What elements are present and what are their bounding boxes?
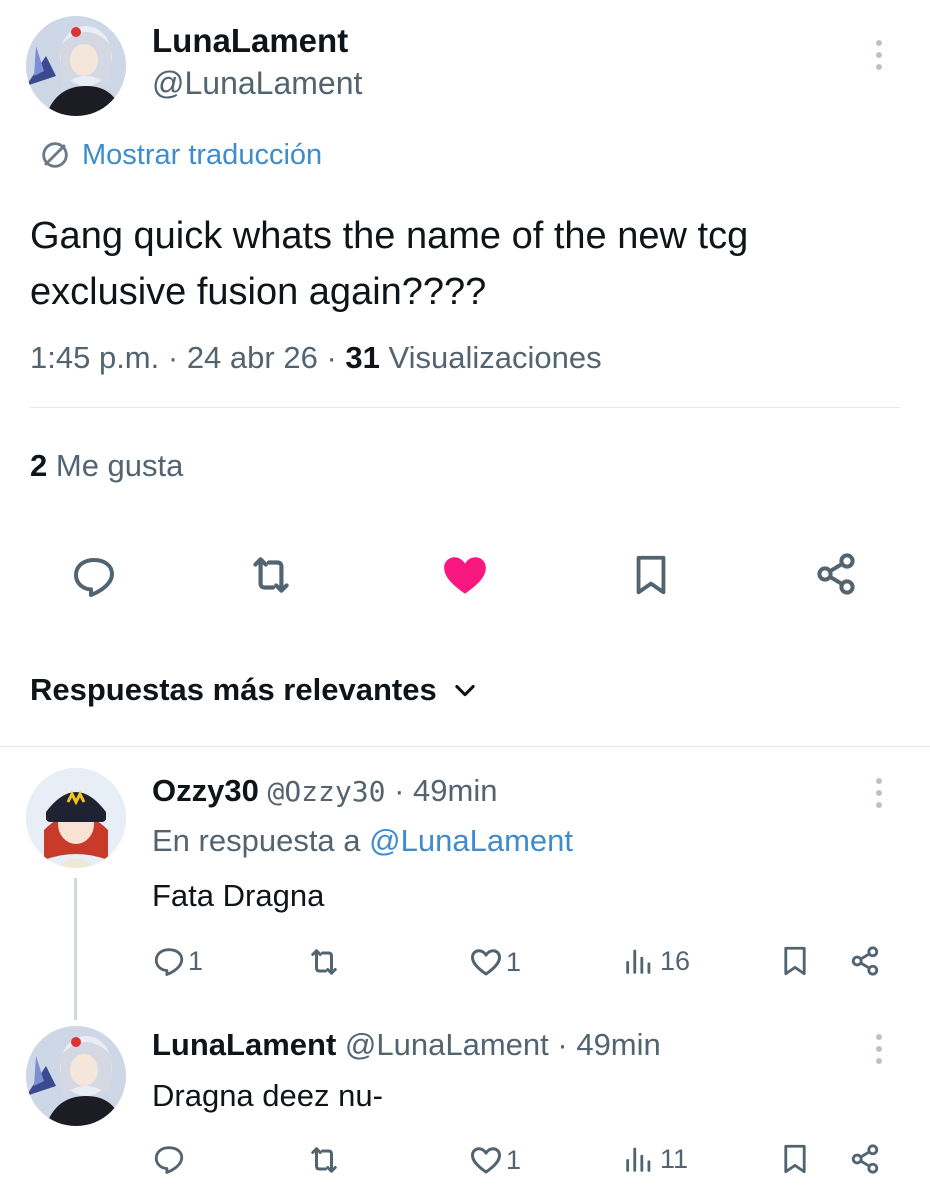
- likes-count: 2: [30, 448, 48, 483]
- bookmark-icon: [784, 946, 806, 976]
- thread-line: [74, 878, 77, 1020]
- tweet-date[interactable]: 24 abr 26: [187, 340, 318, 375]
- reply-share-button[interactable]: [848, 944, 882, 983]
- reply-time[interactable]: 49min: [413, 773, 497, 808]
- reply-button[interactable]: [70, 552, 118, 600]
- author-avatar[interactable]: [26, 16, 126, 116]
- heart-filled-icon: [444, 557, 486, 594]
- bookmark-icon: [784, 1144, 806, 1174]
- reply-text: Fata Dragna: [152, 878, 325, 913]
- likes-summary[interactable]: 2 Me gusta: [30, 446, 183, 486]
- replies-sort-dropdown[interactable]: Respuestas más relevantes: [30, 670, 479, 710]
- views-chart-icon: [626, 1147, 651, 1172]
- reply-avatar[interactable]: [26, 1026, 126, 1126]
- repost-icon: [253, 557, 289, 593]
- kebab-dot-icon: [876, 52, 882, 58]
- reply-reply-button[interactable]: 1: [152, 944, 203, 978]
- kebab-dot-icon: [876, 802, 882, 808]
- reply-bookmark-button[interactable]: [778, 944, 812, 983]
- reply-count: 1: [188, 945, 204, 976]
- kebab-dot-icon: [876, 778, 882, 784]
- reply-display-name[interactable]: LunaLament: [152, 1027, 336, 1062]
- in-reply-to: En respuesta a @LunaLament: [152, 821, 573, 861]
- kebab-dot-icon: [876, 40, 882, 46]
- anime-avatar-icon: [26, 1026, 126, 1126]
- share-icon: [851, 1144, 879, 1174]
- reply-header: LunaLament @LunaLament · 49min: [152, 1027, 661, 1062]
- in-reply-prefix: En respuesta a: [152, 823, 361, 858]
- bookmark-icon: [636, 555, 666, 595]
- tweet-text-line: exclusive fusion again????: [30, 271, 487, 313]
- kebab-dot-icon: [876, 1046, 882, 1052]
- tweet-meta: 1:45 p.m. · 24 abr 26 · 31 Visualizacion…: [30, 340, 602, 375]
- more-options-button[interactable]: [876, 1034, 882, 1064]
- kebab-dot-icon: [876, 1034, 882, 1040]
- views-count: 31: [345, 340, 380, 375]
- reply-header: Ozzy30 @Ozzy30 · 49min: [152, 773, 498, 808]
- reply-handle[interactable]: @Ozzy30: [267, 775, 385, 808]
- divider: [30, 407, 900, 408]
- reply-views-button[interactable]: 16: [622, 944, 690, 978]
- chevron-down-icon: [455, 684, 475, 697]
- repost-button[interactable]: [246, 550, 296, 600]
- like-count: 1: [506, 946, 522, 977]
- heart-icon: [471, 1147, 501, 1174]
- reply-reply-button[interactable]: [152, 1142, 186, 1181]
- share-icon: [851, 946, 879, 976]
- reply-avatar[interactable]: [26, 768, 126, 868]
- heart-icon: [471, 949, 501, 976]
- views-label: Visualizaciones: [388, 340, 602, 375]
- red-hair-avatar-icon: [26, 768, 126, 868]
- translate-label: Mostrar traducción: [82, 138, 323, 171]
- reply-like-button[interactable]: 1: [468, 944, 521, 980]
- views-count: 11: [660, 1143, 689, 1174]
- reply-repost-button[interactable]: [306, 944, 342, 985]
- reply-icon: [74, 558, 114, 597]
- reply-bookmark-button[interactable]: [778, 1142, 812, 1181]
- reply-handle[interactable]: @LunaLament: [345, 1027, 549, 1062]
- reply-views-button[interactable]: 11: [622, 1142, 688, 1176]
- reply-display-name[interactable]: Ozzy30: [152, 773, 259, 808]
- repost-icon: [311, 1147, 337, 1173]
- reply-repost-button[interactable]: [306, 1142, 342, 1183]
- more-options-button[interactable]: [876, 40, 882, 70]
- share-icon: [817, 553, 855, 595]
- views-chart-icon: [626, 949, 651, 974]
- like-count: 1: [506, 1144, 522, 1175]
- reply-text: Dragna deez nu-: [152, 1078, 383, 1113]
- kebab-dot-icon: [876, 790, 882, 796]
- reply-icon: [154, 948, 184, 976]
- kebab-dot-icon: [876, 64, 882, 70]
- more-options-button[interactable]: [876, 778, 882, 808]
- tweet-text: Gang quick whats the name of the new tcg…: [30, 208, 748, 320]
- tweet-text-line: Gang quick whats the name of the new tcg: [30, 215, 749, 257]
- kebab-dot-icon: [876, 1058, 882, 1064]
- reply-like-button[interactable]: 1: [468, 1142, 521, 1178]
- reply-share-button[interactable]: [848, 1142, 882, 1181]
- views-count: 16: [660, 945, 691, 976]
- tweet-time[interactable]: 1:45 p.m.: [30, 340, 159, 375]
- replies-sort-label: Respuestas más relevantes: [30, 672, 437, 707]
- author-handle[interactable]: @LunaLament: [152, 64, 362, 102]
- in-reply-handle[interactable]: @LunaLament: [369, 823, 573, 858]
- bookmark-button[interactable]: [628, 552, 674, 598]
- reply-icon: [154, 1146, 184, 1174]
- translate-icon: [42, 142, 68, 168]
- translate-button[interactable]: Mostrar traducción: [38, 138, 322, 172]
- anime-avatar-icon: [26, 16, 126, 116]
- like-button[interactable]: [440, 550, 490, 600]
- repost-icon: [311, 949, 337, 975]
- reply-time[interactable]: 49min: [576, 1027, 660, 1062]
- likes-label: Me gusta: [55, 448, 184, 483]
- share-button[interactable]: [812, 550, 860, 598]
- author-display-name[interactable]: LunaLament: [152, 22, 348, 60]
- divider: [0, 746, 930, 747]
